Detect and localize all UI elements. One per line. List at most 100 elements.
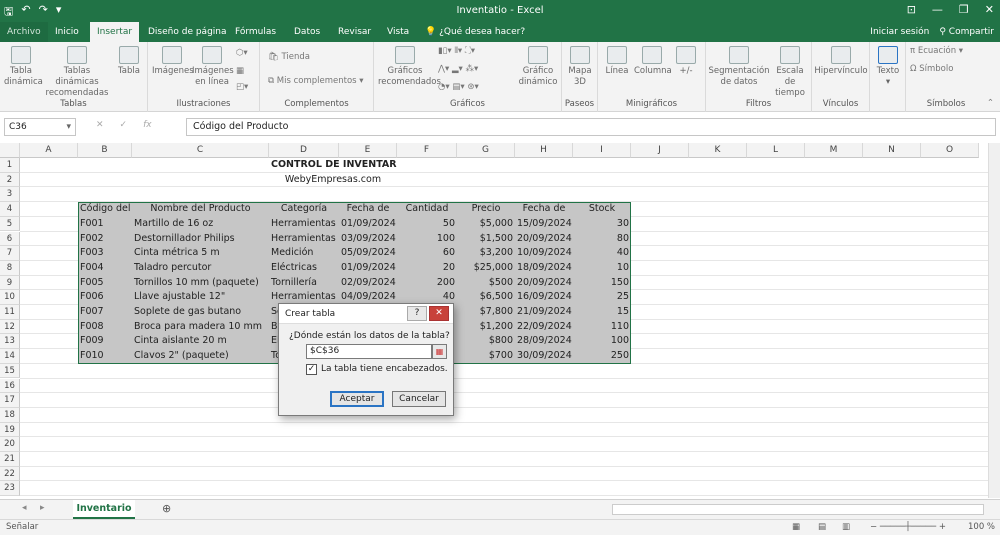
row-header[interactable]: 11 <box>0 305 20 320</box>
row-header[interactable]: 1 <box>0 158 20 173</box>
recommended-pivots-button[interactable]: Tablas dinámicas recomendadas <box>42 46 112 99</box>
table-data-cell[interactable]: 18/09/2024 <box>515 261 573 276</box>
line-chart-icon[interactable]: ⋀▾ ▂▾ ⁂▾ <box>438 64 478 74</box>
table-data-cell[interactable]: Destornillador Philips <box>132 232 269 247</box>
ribbon-display-icon[interactable]: ⊡ <box>907 3 916 16</box>
tab-formulas[interactable]: Fórmulas <box>228 22 283 42</box>
column-header[interactable]: J <box>631 143 689 158</box>
table-data-cell[interactable]: Cinta métrica 5 m <box>132 246 269 261</box>
sheet-tab-inventario[interactable]: Inventario <box>73 500 135 519</box>
pivot-table-button[interactable]: Tabla dinámica <box>4 46 43 88</box>
row-header[interactable]: 8 <box>0 260 20 276</box>
vertical-scrollbar[interactable] <box>988 143 1000 498</box>
column-header[interactable]: L <box>747 143 805 158</box>
table-data-cell[interactable]: 05/09/2024 <box>339 246 397 261</box>
table-data-cell[interactable]: 21/09/2024 <box>515 305 573 320</box>
table-data-cell[interactable]: Soplete de gas butano <box>132 305 269 320</box>
equation-button[interactable]: π Ecuación ▾ <box>910 46 963 56</box>
table-data-cell[interactable]: 22/09/2024 <box>515 320 573 335</box>
select-all-corner[interactable] <box>0 143 20 158</box>
name-box[interactable]: C36 ▾ <box>4 118 76 136</box>
table-data-cell[interactable]: $6,500 <box>457 290 515 305</box>
table-data-cell[interactable]: $1,200 <box>457 320 515 335</box>
online-images-button[interactable]: Imágenes en línea <box>192 46 234 88</box>
table-header-cell[interactable]: Nombre del Producto <box>132 202 269 217</box>
sparkline-column-button[interactable]: Columna <box>634 46 672 77</box>
row-header[interactable]: 5 <box>0 216 20 232</box>
timeline-button[interactable]: Escala de tiempo <box>770 46 810 99</box>
row-header[interactable]: 9 <box>0 275 20 291</box>
table-data-cell[interactable]: Cinta aislante 20 m <box>132 334 269 349</box>
table-data-cell[interactable]: F001 <box>78 217 132 232</box>
table-data-cell[interactable]: $500 <box>457 276 515 291</box>
pie-chart-icon[interactable]: ◔▾ ▤▾ ⊛▾ <box>438 82 479 92</box>
add-sheet-icon[interactable]: ⊕ <box>162 502 171 515</box>
pivot-chart-button[interactable]: Gráfico dinámico <box>516 46 560 88</box>
table-data-cell[interactable]: $700 <box>457 349 515 364</box>
row-header[interactable]: 15 <box>0 363 20 379</box>
sparkline-line-button[interactable]: Línea <box>602 46 632 77</box>
table-data-cell[interactable]: Herramientas <box>269 217 339 232</box>
tab-archivo[interactable]: Archivo <box>0 22 48 42</box>
tab-inicio[interactable]: Inicio <box>48 22 86 42</box>
sheet-subtitle[interactable]: WebyEmpresas.com <box>269 173 397 188</box>
table-data-cell[interactable]: 25 <box>573 290 631 305</box>
table-data-cell[interactable]: 15 <box>573 305 631 320</box>
help-icon[interactable]: ? <box>407 306 427 321</box>
row-header[interactable]: 12 <box>0 319 20 335</box>
table-data-cell[interactable]: $25,000 <box>457 261 515 276</box>
horizontal-scrollbar[interactable] <box>612 504 984 515</box>
table-data-cell[interactable]: F005 <box>78 276 132 291</box>
table-data-cell[interactable]: 20/09/2024 <box>515 232 573 247</box>
table-data-cell[interactable]: Medición <box>269 246 339 261</box>
restore-icon[interactable]: ❐ <box>959 3 969 16</box>
chevron-down-icon[interactable]: ▾ <box>66 119 71 135</box>
table-header-cell[interactable]: Categoría <box>269 202 339 217</box>
table-data-cell[interactable]: 150 <box>573 276 631 291</box>
row-header[interactable]: 20 <box>0 437 20 452</box>
table-data-cell[interactable]: 250 <box>573 349 631 364</box>
table-data-cell[interactable]: 01/09/2024 <box>339 261 397 276</box>
table-data-cell[interactable]: 110 <box>573 320 631 335</box>
column-header[interactable]: B <box>78 143 132 158</box>
table-data-cell[interactable]: 200 <box>397 276 457 291</box>
column-header[interactable]: E <box>339 143 397 158</box>
table-data-cell[interactable]: 28/09/2024 <box>515 334 573 349</box>
table-data-cell[interactable]: Clavos 2" (paquete) <box>132 349 269 364</box>
row-header[interactable]: 18 <box>0 407 20 423</box>
table-data-cell[interactable]: 01/09/2024 <box>339 217 397 232</box>
table-data-cell[interactable]: Taladro percutor <box>132 261 269 276</box>
table-header-cell[interactable]: Fecha de <box>339 202 397 217</box>
table-data-cell[interactable]: 02/09/2024 <box>339 276 397 291</box>
minimize-icon[interactable]: — <box>932 3 943 16</box>
formula-input[interactable]: Código del Producto <box>186 118 996 136</box>
row-header[interactable]: 13 <box>0 334 20 350</box>
zoom-slider[interactable]: − ─────┼───── + <box>870 520 960 535</box>
table-data-cell[interactable]: Broca para madera 10 mm <box>132 320 269 335</box>
close-dialog-icon[interactable]: ✕ <box>429 306 449 321</box>
text-button[interactable]: Texto ▾ <box>872 46 904 88</box>
tab-datos[interactable]: Datos <box>287 22 327 42</box>
column-header[interactable]: G <box>457 143 515 158</box>
smartart-icon[interactable]: ▦ <box>236 66 244 76</box>
sign-in-link[interactable]: Iniciar sesión <box>870 22 929 42</box>
table-data-cell[interactable]: Herramientas <box>269 232 339 247</box>
row-header[interactable]: 4 <box>0 202 20 217</box>
column-header[interactable]: F <box>397 143 457 158</box>
table-data-cell[interactable]: F010 <box>78 349 132 364</box>
table-data-cell[interactable]: 20 <box>397 261 457 276</box>
table-data-cell[interactable]: 16/09/2024 <box>515 290 573 305</box>
table-data-cell[interactable]: F009 <box>78 334 132 349</box>
row-header[interactable]: 23 <box>0 481 20 497</box>
headers-checkbox[interactable]: ✓ <box>306 364 317 375</box>
table-data-cell[interactable]: F008 <box>78 320 132 335</box>
table-header-cell[interactable]: Stock <box>573 202 631 217</box>
scroll-left-icon[interactable]: ◂ <box>22 503 27 513</box>
table-data-cell[interactable]: Martillo de 16 oz <box>132 217 269 232</box>
table-data-cell[interactable]: 30 <box>573 217 631 232</box>
table-data-cell[interactable]: 20/09/2024 <box>515 276 573 291</box>
cancel-button[interactable]: Cancelar <box>392 391 446 407</box>
table-data-cell[interactable]: 100 <box>573 334 631 349</box>
column-header[interactable]: I <box>573 143 631 158</box>
page-layout-icon[interactable]: ▤ <box>818 520 826 535</box>
